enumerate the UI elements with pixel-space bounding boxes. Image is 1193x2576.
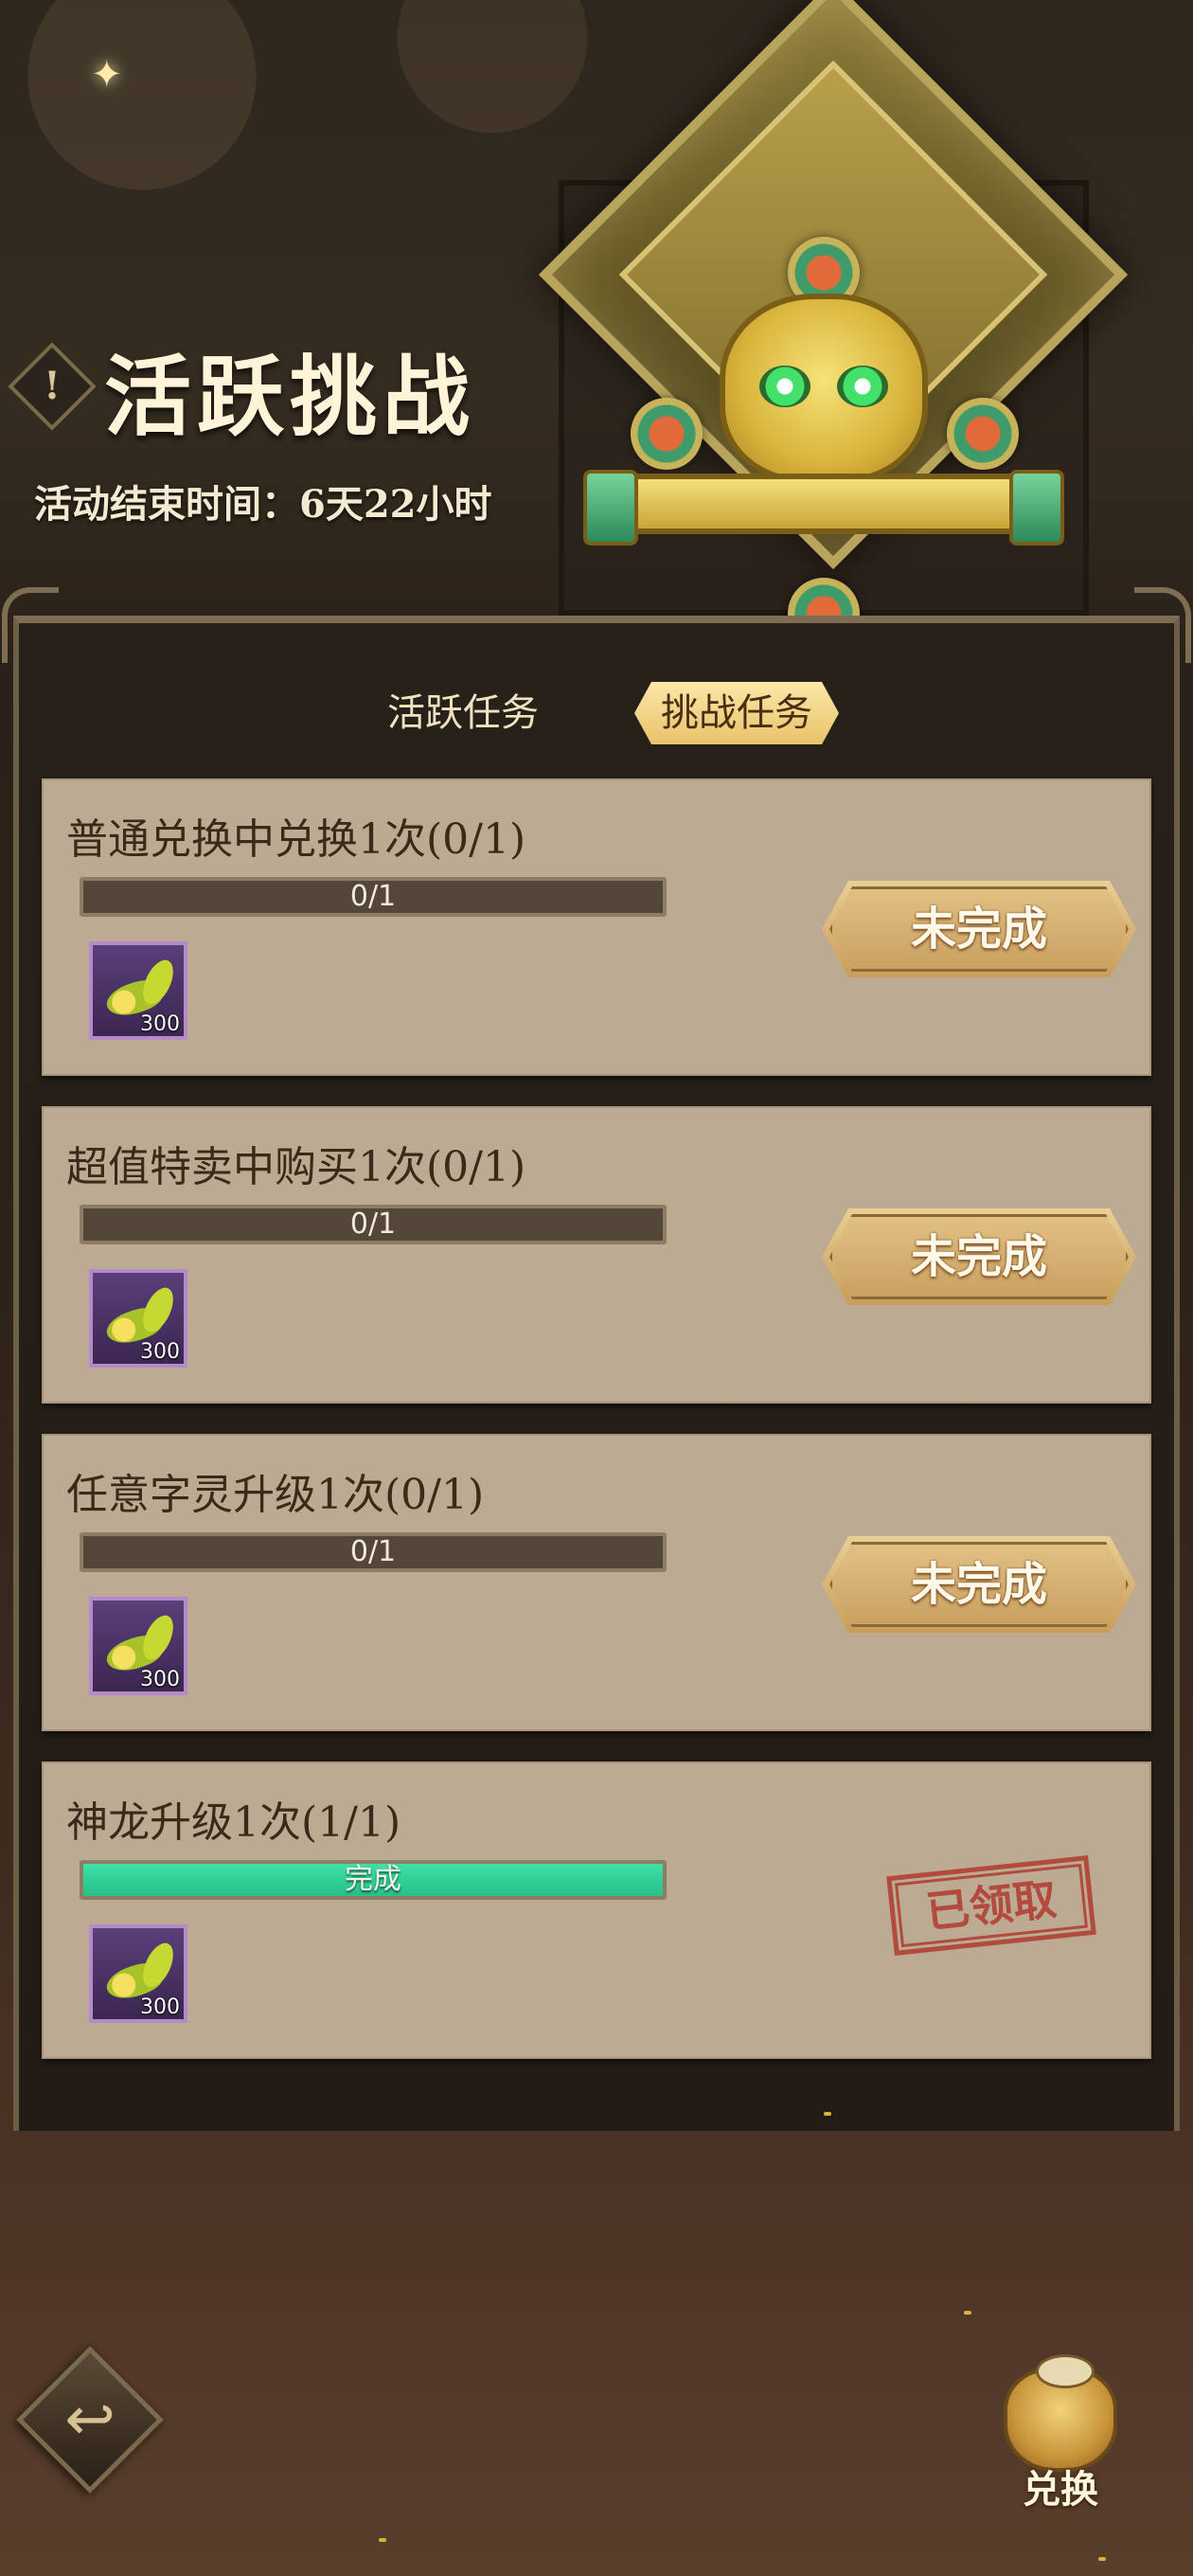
emblem-rod [583, 470, 1064, 546]
lion-mascot-icon [720, 294, 928, 483]
emblem-gem-left [631, 398, 703, 470]
gold-speck [379, 2538, 386, 2542]
task-title: 普通兑换中兑换1次(0/1) [66, 815, 526, 864]
task-title: 超值特卖中购买1次(0/1) [66, 1143, 526, 1191]
gold-speck [824, 2112, 831, 2116]
task-status-label: 未完成 [910, 1558, 1047, 1611]
reward-count: 300 [140, 1012, 180, 1036]
gold-speck [1098, 2557, 1106, 2561]
page-title: 活跃挑战 [104, 346, 476, 448]
tab-challenge-tasks[interactable]: 挑战任务 [634, 682, 839, 744]
task-title: 任意字灵升级1次(0/1) [66, 1471, 485, 1519]
task-progress-bar: 0/1 [80, 1205, 667, 1244]
treasure-pot-icon [1004, 2354, 1117, 2472]
tab-active-tasks[interactable]: 活跃任务 [374, 680, 552, 746]
progress-label: 0/1 [349, 880, 397, 913]
reward-item[interactable]: 300 [89, 1597, 187, 1695]
event-banner: ✦ ! 活跃挑战 活动结束时间：6天22小时 [0, 0, 1193, 663]
exchange-button[interactable]: 兑换 [985, 2354, 1136, 2512]
mascot-eye [837, 366, 888, 407]
task-status-button[interactable]: 未完成 [822, 1536, 1136, 1633]
reward-item[interactable]: 300 [89, 1269, 187, 1368]
back-button[interactable]: ↩ [16, 2346, 164, 2494]
gold-speck [964, 2311, 971, 2315]
task-card: 普通兑换中兑换1次(0/1) 0/1 300 未完成 [42, 778, 1151, 1076]
reward-item[interactable]: 300 [89, 941, 187, 1040]
emblem-gem-right [947, 398, 1019, 470]
sparkle-icon: ✦ [91, 53, 123, 97]
reward-item[interactable]: 300 [89, 1924, 187, 2023]
task-status-button[interactable]: 未完成 [822, 881, 1136, 977]
progress-label: 0/1 [349, 1535, 397, 1568]
progress-label: 0/1 [349, 1208, 397, 1241]
reward-count: 300 [140, 1995, 180, 2019]
task-status-label: 未完成 [910, 1230, 1047, 1283]
task-card: 神龙升级1次(1/1) 完成 300 已领取 [42, 1762, 1151, 2059]
claimed-stamp: 已领取 [886, 1855, 1096, 1956]
mascot-eye [759, 366, 810, 407]
task-status-button[interactable]: 未完成 [822, 1208, 1136, 1305]
reward-count: 300 [140, 1340, 180, 1364]
reward-count: 300 [140, 1668, 180, 1691]
back-arrow-icon: ↩ [64, 2385, 116, 2455]
event-countdown: 活动结束时间：6天22小时 [34, 482, 492, 527]
task-progress-bar: 完成 [80, 1860, 667, 1900]
task-progress-bar: 0/1 [80, 877, 667, 917]
task-status-label: 未完成 [910, 903, 1047, 956]
task-card: 超值特卖中购买1次(0/1) 0/1 300 未完成 [42, 1106, 1151, 1404]
progress-label: 完成 [345, 1863, 401, 1896]
task-card: 任意字灵升级1次(0/1) 0/1 300 未完成 [42, 1434, 1151, 1731]
task-progress-bar: 0/1 [80, 1532, 667, 1572]
exchange-label: 兑换 [1023, 2467, 1098, 2512]
info-icon[interactable]: ! [8, 342, 97, 431]
event-emblem [445, 0, 1184, 650]
tab-bar: 活跃任务 挑战任务 [0, 680, 1193, 746]
task-title: 神龙升级1次(1/1) [66, 1798, 401, 1847]
